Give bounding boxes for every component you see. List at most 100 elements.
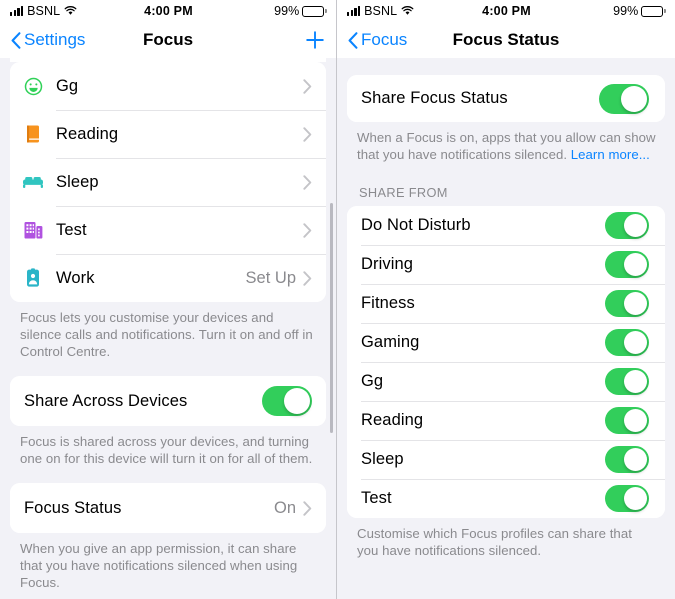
book-icon (22, 123, 44, 145)
focus-row-label: Gg (56, 76, 79, 95)
back-button-focus[interactable]: Focus (348, 30, 407, 50)
focus-profiles-card: Gg Reading Sleep Test Work Set Up (10, 62, 326, 302)
wifi-icon (401, 6, 414, 15)
share-from-toggle[interactable] (605, 407, 649, 434)
chevron-right-icon (303, 500, 312, 516)
chevron-right-icon (303, 270, 312, 286)
chevron-right-icon (303, 126, 312, 142)
share-from-toggle[interactable] (605, 446, 649, 473)
share-from-row-sleep[interactable]: Sleep (347, 440, 665, 479)
share-from-toggle[interactable] (605, 329, 649, 356)
share-from-row-driving[interactable]: Driving (347, 245, 665, 284)
focus-row-work[interactable]: Work Set Up (10, 254, 326, 302)
focus-row-value: Set Up (245, 268, 296, 287)
share-from-label: Driving (361, 255, 414, 273)
share-from-toggle[interactable] (605, 290, 649, 317)
focus-list-footnote: Focus lets you customise your devices an… (20, 310, 313, 359)
buildings-icon (22, 219, 44, 241)
share-from-group-header: SHARE FROM (359, 185, 448, 200)
share-across-devices-footnote: Focus is shared across your devices, and… (20, 434, 313, 466)
share-from-toggle[interactable] (605, 251, 649, 278)
status-bar-right-group: 99% (193, 4, 327, 18)
right-content-scroll[interactable]: Share Focus Status When a Focus is on, a… (337, 58, 675, 599)
share-from-card: Do Not Disturb Driving Fitness Gaming Gg (347, 206, 665, 518)
share-focus-status-toggle[interactable] (599, 83, 649, 114)
focus-row-label: Test (56, 220, 87, 239)
left-content-scroll[interactable]: Gg Reading Sleep Test Work Set Up Focus … (0, 58, 336, 599)
carrier-label: BSNL (364, 4, 398, 18)
bed-icon (22, 171, 44, 193)
battery-percent-label: 99% (274, 4, 300, 18)
share-from-label: Test (361, 489, 392, 507)
chevron-right-icon (303, 78, 312, 94)
focus-row-sleep[interactable]: Sleep (10, 158, 326, 206)
focus-row-gg[interactable]: Gg (10, 62, 326, 110)
share-from-row-gaming[interactable]: Gaming (347, 323, 665, 362)
focus-row-label: Sleep (56, 172, 99, 191)
focus-status-footnote: When you give an app permission, it can … (20, 541, 298, 590)
focus-row-label: Work (56, 268, 95, 287)
carrier-label: BSNL (27, 4, 61, 18)
chevron-left-icon (11, 31, 21, 49)
status-bar-right: BSNL 4:00 PM 99% (337, 0, 675, 22)
clock-label: 4:00 PM (482, 4, 531, 18)
plus-icon[interactable] (305, 30, 325, 50)
learn-more-link[interactable]: Learn more... (571, 147, 650, 162)
status-bar-left-group: BSNL (10, 4, 144, 18)
share-focus-status-card: Share Focus Status (347, 75, 665, 122)
share-from-label: Fitness (361, 294, 415, 312)
left-phone-screen: BSNL 4:00 PM 99% Settings Focus Gg Readi… (0, 0, 337, 599)
focus-status-label: Focus Status (24, 498, 122, 517)
share-across-devices-card: Share Across Devices (10, 376, 326, 426)
share-from-row-fitness[interactable]: Fitness (347, 284, 665, 323)
chevron-right-icon (303, 222, 312, 238)
chevron-right-icon (303, 174, 312, 190)
cellular-bars-icon (10, 6, 24, 16)
footnote-line-1: When a Focus is on, apps that you allow … (357, 130, 656, 145)
focus-row-test[interactable]: Test (10, 206, 326, 254)
share-from-row-test[interactable]: Test (347, 479, 665, 518)
smiley-face-icon (22, 75, 44, 97)
nav-right-group (305, 30, 325, 50)
focus-status-value: On (273, 498, 296, 517)
nav-bar-right: Focus Focus Status (337, 22, 675, 58)
focus-status-card: Focus Status On (10, 483, 326, 533)
share-from-label: Gaming (361, 333, 420, 351)
share-focus-status-label: Share Focus Status (361, 89, 508, 107)
battery-icon (302, 5, 327, 17)
share-from-toggle[interactable] (605, 485, 649, 512)
battery-percent-label: 99% (613, 4, 639, 18)
share-focus-status-row[interactable]: Share Focus Status (347, 75, 665, 122)
share-from-toggle[interactable] (605, 212, 649, 239)
id-badge-icon (22, 267, 44, 289)
share-across-devices-toggle[interactable] (262, 386, 312, 416)
focus-status-row[interactable]: Focus Status On (10, 483, 326, 533)
back-button-label: Settings (24, 30, 86, 49)
nav-bar-left: Settings Focus (0, 22, 336, 58)
wifi-icon (64, 6, 77, 15)
dual-screenshot-container: BSNL 4:00 PM 99% Settings Focus Gg Readi… (0, 0, 675, 599)
vertical-scrollbar[interactable] (330, 203, 333, 433)
right-phone-screen: BSNL 4:00 PM 99% Focus Focus Status Shar… (337, 0, 675, 599)
share-from-row-do-not-disturb[interactable]: Do Not Disturb (347, 206, 665, 245)
clock-label: 4:00 PM (144, 4, 193, 18)
battery-icon (641, 5, 666, 17)
footnote-line-2: that you have notifications silenced. (357, 147, 571, 162)
share-across-devices-row[interactable]: Share Across Devices (10, 376, 326, 426)
cellular-bars-icon (347, 6, 361, 16)
focus-row-label: Reading (56, 124, 119, 143)
status-bar-left-group: BSNL (347, 4, 482, 18)
back-button-settings[interactable]: Settings (11, 30, 85, 50)
share-from-row-reading[interactable]: Reading (347, 401, 665, 440)
share-from-toggle[interactable] (605, 368, 649, 395)
share-from-row-gg[interactable]: Gg (347, 362, 665, 401)
status-bar-left: BSNL 4:00 PM 99% (0, 0, 336, 22)
focus-row-reading[interactable]: Reading (10, 110, 326, 158)
chevron-left-icon (348, 31, 358, 49)
share-from-label: Gg (361, 372, 384, 390)
share-focus-status-footnote: When a Focus is on, apps that you allow … (337, 122, 675, 163)
status-bar-right-group: 99% (531, 4, 666, 18)
share-from-label: Reading (361, 411, 424, 429)
share-from-label: Sleep (361, 450, 404, 468)
back-button-label: Focus (361, 30, 408, 49)
